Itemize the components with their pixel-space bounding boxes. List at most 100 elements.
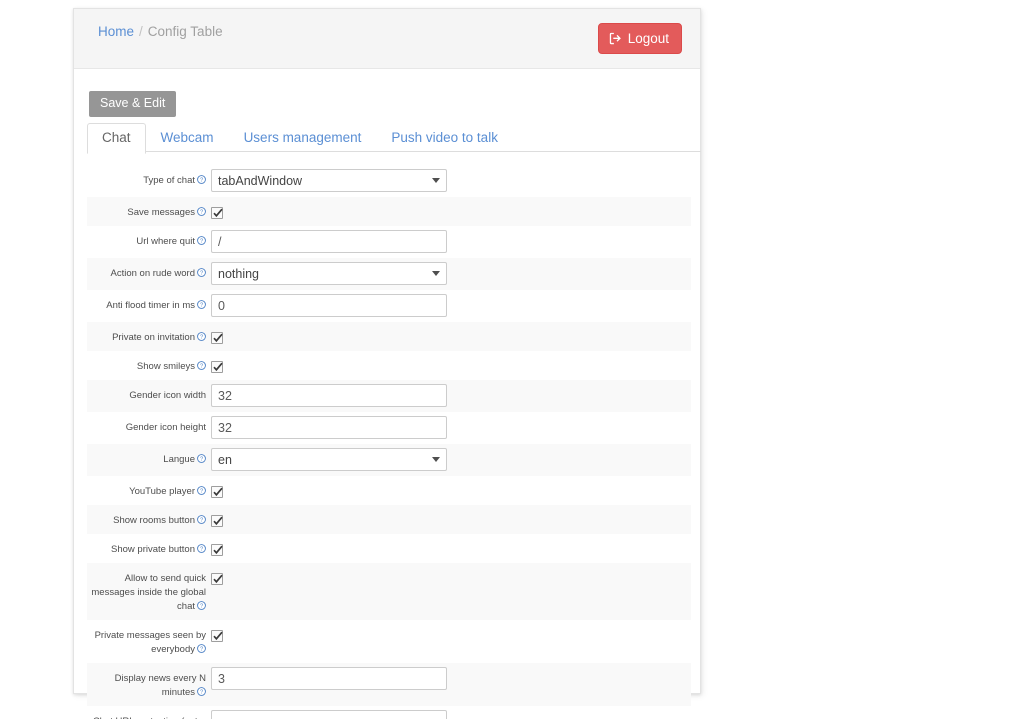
tab-push-video-to-talk[interactable]: Push video to talk bbox=[376, 123, 513, 154]
row-label: Show smileys? bbox=[87, 351, 211, 380]
config-form-table: Type of chat? tabAndWindow Save messages? U… bbox=[87, 165, 691, 719]
row-label-text: Type of chat bbox=[143, 175, 195, 186]
form-row: Action on rude word? nothing bbox=[87, 258, 691, 290]
select-dropdown[interactable]: tabAndWindow bbox=[211, 169, 447, 192]
text-input[interactable] bbox=[211, 384, 447, 407]
question-circle-icon[interactable]: ? bbox=[197, 361, 206, 370]
form-row: Type of chat? tabAndWindow bbox=[87, 165, 691, 197]
logout-button[interactable]: Logout bbox=[597, 23, 682, 54]
row-field: tabAndWindow bbox=[211, 165, 691, 197]
question-circle-icon[interactable]: ? bbox=[197, 268, 206, 277]
row-field bbox=[211, 322, 691, 349]
tab-bar: Chat Webcam Users management Push video to … bbox=[87, 123, 701, 154]
breadcrumb: Home / Config Table bbox=[98, 24, 223, 39]
select-value[interactable]: nothing bbox=[211, 262, 447, 285]
select-dropdown[interactable]: nothing bbox=[211, 262, 447, 285]
row-label: Display news every N minutes? bbox=[87, 663, 211, 706]
checkbox[interactable] bbox=[211, 332, 223, 344]
card-header: Home / Config Table Logout bbox=[74, 9, 700, 69]
checkbox[interactable] bbox=[211, 207, 223, 219]
page-root: Home / Config Table Logout Save & Edit Cha… bbox=[0, 0, 1024, 719]
form-row: Private on invitation? bbox=[87, 322, 691, 351]
row-label: Type of chat? bbox=[87, 165, 211, 194]
form-row: Anti flood timer in ms? bbox=[87, 290, 691, 322]
save-and-edit-button[interactable]: Save & Edit bbox=[89, 91, 177, 117]
text-input[interactable] bbox=[211, 294, 447, 317]
row-label-text: Display news every N minutes bbox=[114, 673, 206, 698]
question-circle-icon[interactable]: ? bbox=[197, 332, 206, 341]
row-label-text: YouTube player bbox=[129, 486, 195, 497]
row-label-text: Gender icon height bbox=[125, 422, 206, 433]
row-label: Private on invitation? bbox=[87, 322, 211, 351]
logout-label: Logout bbox=[627, 31, 669, 46]
form-row: Display news every N minutes? bbox=[87, 663, 691, 706]
svg-text:?: ? bbox=[200, 364, 203, 370]
checkbox[interactable] bbox=[211, 486, 223, 498]
question-circle-icon[interactable]: ? bbox=[197, 175, 206, 184]
breadcrumb-separator: / bbox=[139, 24, 143, 39]
tab-webcam[interactable]: Webcam bbox=[146, 123, 229, 154]
sign-out-icon bbox=[609, 32, 622, 45]
row-field bbox=[211, 505, 691, 532]
row-field bbox=[211, 476, 691, 503]
row-label-text: Gender icon width bbox=[129, 390, 206, 401]
form-row: Url where quit? bbox=[87, 226, 691, 258]
question-circle-icon[interactable]: ? bbox=[197, 207, 206, 216]
question-circle-icon[interactable]: ? bbox=[197, 454, 206, 463]
form-row: Save messages? bbox=[87, 197, 691, 226]
breadcrumb-home-link[interactable]: Home bbox=[98, 24, 134, 39]
tab-chat[interactable]: Chat bbox=[87, 123, 146, 154]
svg-text:?: ? bbox=[200, 335, 203, 341]
row-label-text: Private on invitation bbox=[112, 332, 195, 343]
question-circle-icon[interactable]: ? bbox=[197, 236, 206, 245]
row-field: nothing bbox=[211, 258, 691, 290]
form-row: YouTube player? bbox=[87, 476, 691, 505]
checkbox[interactable] bbox=[211, 630, 223, 642]
text-input[interactable] bbox=[211, 416, 447, 439]
form-row: Show rooms button? bbox=[87, 505, 691, 534]
row-field bbox=[211, 620, 691, 647]
form-row: Private messages seen by everybody? bbox=[87, 620, 691, 663]
svg-text:?: ? bbox=[200, 178, 203, 184]
question-circle-icon[interactable]: ? bbox=[197, 544, 206, 553]
row-label-text: Show private button bbox=[111, 544, 195, 555]
row-label-text: Show smileys bbox=[136, 361, 195, 372]
row-label: Show rooms button? bbox=[87, 505, 211, 534]
row-label-text: Allow to send quick messages inside the … bbox=[91, 573, 206, 612]
question-circle-icon[interactable]: ? bbox=[197, 486, 206, 495]
svg-text:?: ? bbox=[200, 210, 203, 216]
row-label: Action on rude word? bbox=[87, 258, 211, 287]
row-label: Save messages? bbox=[87, 197, 211, 226]
question-circle-icon[interactable]: ? bbox=[197, 687, 206, 696]
checkbox[interactable] bbox=[211, 544, 223, 556]
question-circle-icon[interactable]: ? bbox=[197, 300, 206, 309]
config-card: Home / Config Table Logout Save & Edit Cha… bbox=[73, 8, 701, 719]
svg-text:?: ? bbox=[200, 303, 203, 309]
checkbox[interactable] bbox=[211, 361, 223, 373]
question-circle-icon[interactable]: ? bbox=[197, 601, 206, 610]
row-label-text: Show rooms button bbox=[113, 515, 195, 526]
row-label-text: Langue bbox=[163, 454, 195, 465]
question-circle-icon[interactable]: ? bbox=[197, 515, 206, 524]
text-input[interactable] bbox=[211, 667, 447, 690]
select-value[interactable]: en bbox=[211, 448, 447, 471]
svg-text:?: ? bbox=[200, 457, 203, 463]
select-dropdown[interactable]: en bbox=[211, 448, 447, 471]
row-field bbox=[211, 380, 691, 412]
svg-text:?: ? bbox=[200, 489, 203, 495]
form-row: Show private button? bbox=[87, 534, 691, 563]
row-label-text: Url where quit bbox=[136, 236, 195, 247]
row-label: Anti flood timer in ms? bbox=[87, 290, 211, 319]
text-input[interactable] bbox=[211, 710, 447, 719]
tab-users-management[interactable]: Users management bbox=[229, 123, 377, 154]
row-label-text: Private messages seen by everybody bbox=[94, 630, 206, 655]
row-field bbox=[211, 706, 691, 719]
text-input[interactable] bbox=[211, 230, 447, 253]
row-field bbox=[211, 534, 691, 561]
checkbox[interactable] bbox=[211, 515, 223, 527]
row-label: Langue? bbox=[87, 444, 211, 473]
checkbox[interactable] bbox=[211, 573, 223, 585]
select-value[interactable]: tabAndWindow bbox=[211, 169, 447, 192]
question-circle-icon[interactable]: ? bbox=[197, 644, 206, 653]
row-field bbox=[211, 290, 691, 322]
